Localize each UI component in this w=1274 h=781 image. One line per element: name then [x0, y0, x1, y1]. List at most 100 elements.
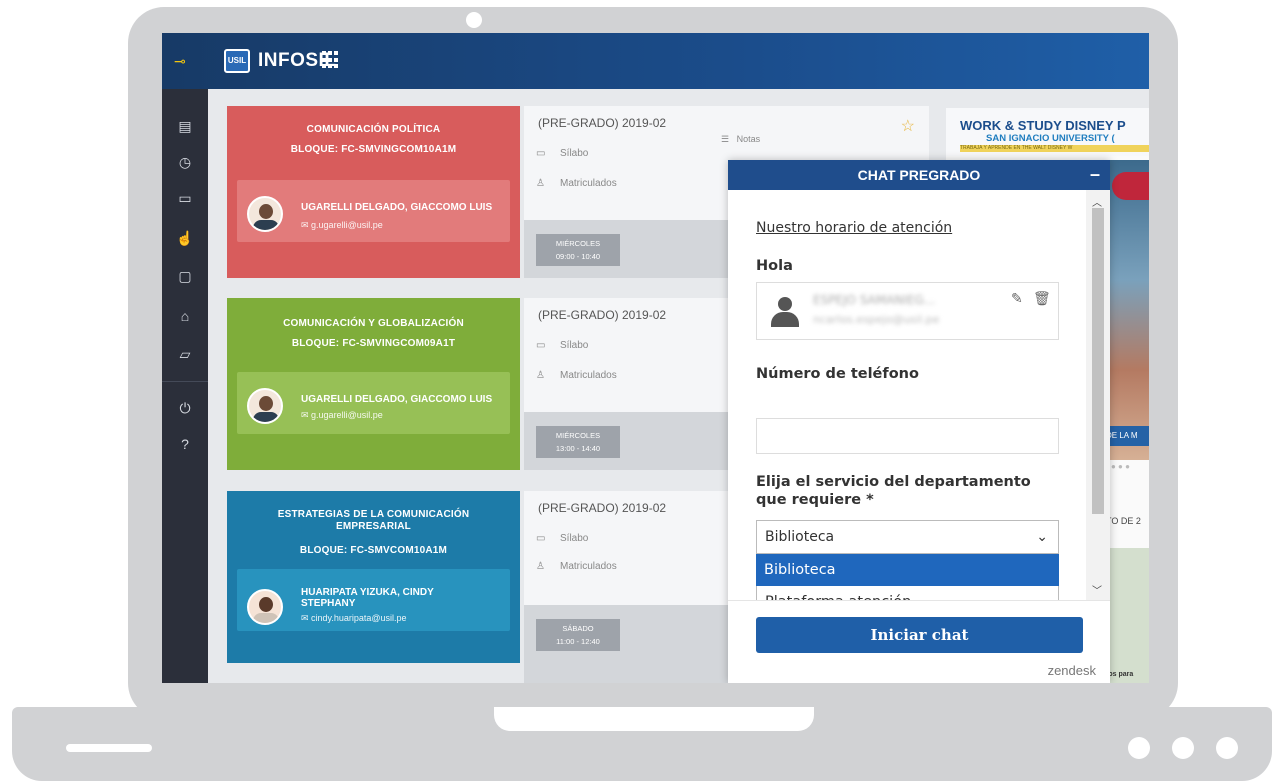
- professor-name: UGARELLI DELGADO, GIACCOMO LUIS: [301, 394, 493, 405]
- banner-strip: DE LA M: [1106, 426, 1149, 446]
- banner-header: WORK & STUDY DISNEY P SAN IGNACIO UNIVER…: [946, 108, 1149, 156]
- minimize-button[interactable]: –: [1090, 160, 1100, 188]
- help-icon[interactable]: ?: [176, 435, 194, 453]
- screen: ⊸ USIL INFOSIL ▤ ◷ ▭ ☝ ▢ ⌂ ▱ ⏻ ? COMUNIC…: [162, 33, 1149, 683]
- scroll-thumb[interactable]: [1092, 208, 1104, 514]
- star-icon[interactable]: ☆: [901, 116, 915, 136]
- phone-label: Número de teléfono: [756, 366, 919, 382]
- course-card[interactable]: COMUNICACIÓN Y GLOBALIZACIÓN BLOQUE: FC-…: [227, 298, 520, 470]
- course-period: (PRE-GRADO) 2019-02: [538, 116, 667, 130]
- folder-icon[interactable]: ▱: [176, 345, 194, 363]
- professor-name: UGARELLI DELGADO, GIACCOMO LUIS: [301, 202, 493, 213]
- chat-title: CHAT PREGRADO: [857, 167, 981, 183]
- chevron-down-icon: ⌄: [1036, 529, 1048, 545]
- service-option[interactable]: Biblioteca: [756, 554, 1059, 586]
- scroll-up-icon[interactable]: ︿: [1092, 194, 1102, 209]
- professor-email[interactable]: ✉ cindy.huaripata@usil.pe: [301, 613, 407, 624]
- file-icon: ▭: [536, 148, 546, 159]
- avatar: [247, 196, 283, 232]
- sidebar: ▤ ◷ ▭ ☝ ▢ ⌂ ▱ ⏻ ?: [162, 89, 208, 683]
- sidebar-divider: [162, 381, 208, 382]
- dot-icon: [1216, 737, 1238, 759]
- logo-icon[interactable]: USIL: [224, 49, 250, 73]
- chat-form: Nuestro horario de atención Hola ESPEJO …: [728, 190, 1086, 600]
- banner-subtitle: SAN IGNACIO UNIVERSITY (: [986, 133, 1115, 144]
- banner-image: [1106, 548, 1149, 683]
- syllabus-link[interactable]: ▭ Sílabo: [536, 148, 588, 159]
- phone-input[interactable]: [756, 418, 1059, 454]
- contact-name: ESPEJO SAMANIEG...: [813, 293, 936, 307]
- enrolled-link[interactable]: ♙ Matriculados: [536, 370, 617, 381]
- user-icon: ♙: [536, 370, 545, 381]
- chat-widget: CHAT PREGRADO – Nuestro horario de atenc…: [728, 160, 1110, 683]
- monitor-icon[interactable]: ▢: [176, 267, 194, 285]
- chat-footer: Iniciar chat zendesk: [728, 600, 1110, 683]
- course-block: BLOQUE: FC-SMVINGCOM10A1M: [290, 144, 457, 155]
- apps-grid-icon[interactable]: [322, 51, 340, 69]
- service-label: Elija el servicio del departamento: [756, 474, 1031, 490]
- enrolled-link[interactable]: ♙ Matriculados: [536, 178, 617, 189]
- professor-email[interactable]: ✉ g.ugarelli@usil.pe: [301, 220, 383, 231]
- user-icon: ♙: [536, 178, 545, 189]
- carousel-dots[interactable]: ● ● ●: [1111, 462, 1130, 471]
- enrolled-link[interactable]: ♙ Matriculados: [536, 561, 617, 572]
- course-block: BLOQUE: FC-SMVINGCOM09A1T: [291, 338, 456, 349]
- zendesk-logo[interactable]: zendesk: [1048, 663, 1096, 678]
- contact-email: ncarlos.espejo@usil.pe: [813, 313, 940, 326]
- pencil-icon[interactable]: ✎: [1011, 291, 1023, 307]
- file-icon: ▭: [536, 533, 546, 544]
- scroll-down-icon[interactable]: ﹀: [1092, 582, 1102, 597]
- service-label-line2: que requiere *: [756, 492, 874, 508]
- banner-photo: [1106, 160, 1149, 460]
- avatar: [247, 589, 283, 625]
- chat-scrollbar[interactable]: ︿ ﹀: [1086, 190, 1110, 600]
- course-title: COMUNICACIÓN POLÍTICA: [306, 124, 441, 135]
- banner-tagline: TRABAJA Y APRENDE EN THE WALT DISNEY W: [960, 145, 1149, 152]
- course-title-line2: EMPRESARIAL: [336, 521, 411, 532]
- trash-icon[interactable]: 🗑: [1033, 291, 1051, 307]
- course-period: (PRE-GRADO) 2019-02: [538, 501, 667, 515]
- service-option[interactable]: Plataforma atención: [756, 586, 1059, 600]
- camera-icon: [466, 12, 482, 28]
- professor-email[interactable]: ✉ g.ugarelli@usil.pe: [301, 410, 383, 421]
- hand-icon[interactable]: ☝: [176, 229, 194, 247]
- banner-title: WORK & STUDY DISNEY P: [960, 118, 1126, 133]
- start-chat-button[interactable]: Iniciar chat: [756, 617, 1083, 653]
- syllabus-link[interactable]: ▭ Sílabo: [536, 533, 588, 544]
- document-icon[interactable]: ▤: [176, 117, 194, 135]
- professor-name: HUARIPATA YIZUKA, CINDY: [301, 587, 434, 598]
- service-select[interactable]: Biblioteca ⌄: [756, 520, 1059, 554]
- avatar: [247, 388, 283, 424]
- course-period: (PRE-GRADO) 2019-02: [538, 308, 667, 322]
- menu-toggle-icon[interactable]: ⊸: [174, 53, 186, 70]
- course-card[interactable]: COMUNICACIÓN POLÍTICA BLOQUE: FC-SMVINGC…: [227, 106, 520, 278]
- course-block: BLOQUE: FC-SMVCOM10A1M: [299, 545, 448, 556]
- schedule-badge: MIÉRCOLES 09:00 - 10:40: [536, 234, 620, 266]
- contact-card: ESPEJO SAMANIEG... ncarlos.espejo@usil.p…: [756, 282, 1059, 340]
- greeting-label: Hola: [756, 258, 793, 274]
- inbox-icon[interactable]: ▭: [176, 189, 194, 207]
- laptop-base-bar: [66, 744, 152, 752]
- chat-header[interactable]: CHAT PREGRADO –: [728, 160, 1110, 190]
- top-bar: ⊸ USIL INFOSIL: [162, 33, 1149, 89]
- syllabus-link[interactable]: ▭ Sílabo: [536, 340, 588, 351]
- course-card[interactable]: ESTRATEGIAS DE LA COMUNICACIÓN EMPRESARI…: [227, 491, 520, 663]
- graduation-cap-icon[interactable]: ⌂: [176, 307, 194, 325]
- clock-icon[interactable]: ◷: [176, 153, 194, 171]
- laptop-notch: [494, 707, 814, 731]
- power-icon[interactable]: ⏻: [176, 399, 194, 417]
- banner-photo-detail: [1112, 172, 1149, 200]
- user-icon: [771, 297, 799, 327]
- dot-icon: [1128, 737, 1150, 759]
- notes-link[interactable]: ☰ Notas: [721, 134, 760, 145]
- service-selected-value: Biblioteca: [765, 529, 835, 545]
- schedule-badge: SÁBADO 11:00 - 12:40: [536, 619, 620, 651]
- user-icon: ♙: [536, 561, 545, 572]
- file-icon: ▭: [536, 340, 546, 351]
- professor-name-line2: STEPHANY: [301, 598, 356, 609]
- banner-footer: tos para: [1106, 671, 1134, 678]
- hours-link[interactable]: Nuestro horario de atención: [756, 220, 952, 236]
- banner-date: TO DE 2: [1106, 516, 1141, 526]
- dot-icon: [1172, 737, 1194, 759]
- schedule-badge: MIÉRCOLES 13:00 - 14:40: [536, 426, 620, 458]
